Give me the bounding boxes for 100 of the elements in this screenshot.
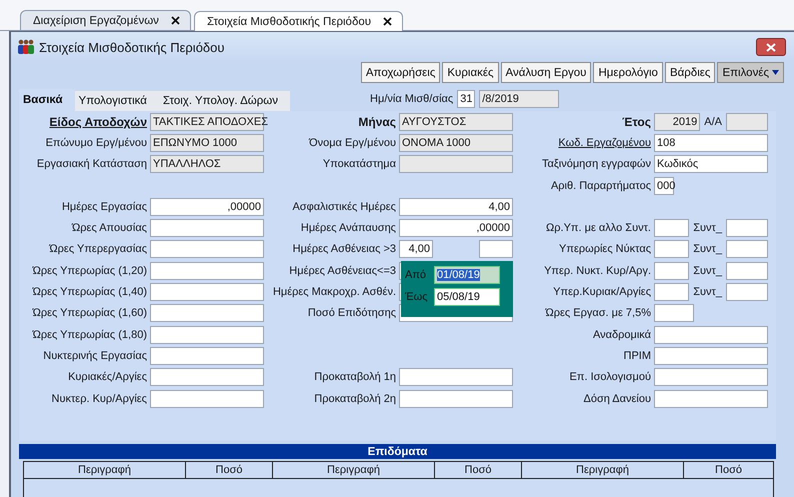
- input-field[interactable]: [654, 346, 768, 365]
- day-field[interactable]: 31: [457, 90, 476, 108]
- document-tab[interactable]: Διαχείριση Εργαζομένων: [20, 10, 191, 30]
- field-link[interactable]: Κωδ. Εργαζομένου: [515, 136, 651, 149]
- field-label: Ώρες Υπερωρίας (1,20): [31, 264, 147, 277]
- tab[interactable]: Υπολογιστικά: [74, 91, 159, 111]
- field-label: Αναδρομικά: [592, 328, 651, 341]
- input-field[interactable]: Κωδικός: [654, 155, 768, 174]
- people-icon: [17, 39, 35, 55]
- field-label: Υποκατάστημα: [322, 158, 396, 170]
- field-label: Ημέρες Ασθένειας<=3: [288, 264, 396, 277]
- input-field[interactable]: [654, 326, 768, 344]
- field-label: Προκαταβολή 2η: [313, 392, 396, 404]
- toolbar-button[interactable]: Βάρδιες: [664, 62, 716, 83]
- field-label: ΠΡΙΜ: [622, 350, 651, 362]
- input-field[interactable]: [150, 219, 264, 238]
- field-label: Κυριακές/Αργίες: [67, 371, 147, 384]
- input-field[interactable]: [150, 262, 264, 280]
- input-field[interactable]: [150, 346, 264, 365]
- field-label: Επ. Ισολογισμού: [568, 371, 651, 384]
- document-tab[interactable]: Στοιχεία Μισθοδοτικής Περιόδου: [194, 11, 404, 31]
- input-field[interactable]: [654, 283, 690, 302]
- toolbar-button[interactable]: Αποχωρήσεις: [360, 62, 440, 83]
- input-field[interactable]: ,00000: [399, 219, 513, 238]
- close-button[interactable]: [756, 38, 786, 56]
- input-field[interactable]: [150, 326, 264, 344]
- date-field: /8/2019: [479, 90, 560, 108]
- input-field[interactable]: [150, 283, 264, 302]
- close-icon: [766, 42, 776, 52]
- input-field[interactable]: [654, 304, 694, 322]
- column-header: Ποσό: [714, 463, 743, 478]
- field-label: Ποσό Επιδότησης: [306, 307, 396, 320]
- field-label: Ασφαλιστικές Ημέρες: [291, 200, 396, 213]
- input-field[interactable]: [726, 262, 768, 280]
- input-field[interactable]: 108: [654, 134, 768, 152]
- input-field[interactable]: [726, 112, 768, 131]
- toolbar-button[interactable]: Ανάλυση Εργου: [500, 62, 592, 83]
- input-field[interactable]: [399, 390, 513, 408]
- input-field[interactable]: [726, 240, 768, 258]
- input-field[interactable]: 000: [654, 176, 674, 195]
- field-label: Έτος: [621, 114, 651, 129]
- input-field[interactable]: [479, 240, 513, 258]
- input-field[interactable]: ΥΠΑΛΛΗΛΟΣ: [150, 155, 264, 174]
- field-label: Υπερωρίες Νύκτας: [558, 243, 651, 256]
- date-field[interactable]: 05/08/19: [434, 288, 500, 306]
- column-header: Περιγραφή: [24, 462, 186, 478]
- input-field[interactable]: ΕΠΩΝΥΜΟ 1000: [150, 134, 264, 152]
- toolbar-button[interactable]: Κυριακές: [442, 62, 499, 83]
- input-field[interactable]: [399, 155, 513, 174]
- field-label: Ημέρες Μακροχρ. Ασθέν.: [272, 286, 396, 298]
- input-field[interactable]: ΑΥΓΟΥΣΤΟΣ: [399, 112, 513, 131]
- input-field[interactable]: [399, 368, 513, 386]
- field-label: Υπερ. Νυκτ. Κυρ/Αργ.: [543, 264, 651, 277]
- field-label: Ημέρες Εργασίας: [60, 200, 147, 213]
- field-link[interactable]: Είδος Αποδοχών: [19, 114, 147, 129]
- field-label: Μήνας: [357, 114, 396, 129]
- input-field[interactable]: ΟΝΟΜΑ 1000: [399, 134, 513, 152]
- field-label: Συντ_: [693, 264, 722, 277]
- field-label: Εργασιακή Κατάσταση: [36, 158, 147, 170]
- input-field[interactable]: [726, 219, 768, 238]
- input-field[interactable]: [654, 219, 690, 238]
- section-header: Επιδόματα: [19, 444, 776, 459]
- date-field[interactable]: 01/08/19: [434, 266, 500, 284]
- input-field[interactable]: 4,00: [399, 240, 433, 258]
- column-header: Ποσό: [435, 462, 522, 478]
- field-label: Έως: [405, 291, 429, 303]
- field-label: Αριθ. Παραρτήματος: [550, 180, 651, 192]
- tab[interactable]: Βασικά: [19, 89, 75, 111]
- tab[interactable]: Στοιχ. Υπολογ. Δώρων: [158, 91, 290, 111]
- input-field[interactable]: [150, 240, 264, 258]
- input-field[interactable]: ,00000: [150, 198, 264, 216]
- field-label: Όνομα Εργ/μένου: [308, 136, 396, 149]
- options-menu-button[interactable]: Επιλονές: [717, 62, 784, 83]
- input-field[interactable]: [150, 368, 264, 386]
- field-label: Ώρες Υπερωρίας (1,40): [31, 286, 147, 298]
- field-label: Ώρες Υπερωρίας (1,60): [31, 307, 147, 320]
- field-label: Δόση Δανείου: [582, 392, 651, 404]
- field-label: Προκαταβολή 1η: [313, 371, 396, 384]
- input-field[interactable]: [654, 390, 768, 408]
- column-header: Ποσό: [186, 462, 273, 478]
- field-label: Ώρες Υπερεργασίας: [48, 243, 147, 256]
- input-field[interactable]: [150, 304, 264, 322]
- field-label: Συντ_: [693, 222, 722, 234]
- close-icon[interactable]: [170, 16, 180, 25]
- input-field[interactable]: [654, 368, 768, 386]
- field-label: Ημ/νία Μισθ/σίας: [370, 93, 454, 105]
- toolbar-button[interactable]: Ημερολόγιο: [593, 62, 663, 83]
- field-label: Συντ_: [693, 243, 722, 256]
- input-field[interactable]: 4,00: [399, 198, 513, 216]
- input-field[interactable]: [654, 240, 690, 258]
- field-label: Επώνυμο Εργ/μένου: [44, 136, 147, 149]
- input-field[interactable]: [150, 390, 264, 408]
- field-label: Ωρ.Υπ. με αλλο Συντ.: [545, 222, 651, 234]
- input-field[interactable]: [726, 283, 768, 302]
- window-title: Στοιχεία Μισθοδοτικής Περιόδου: [39, 40, 226, 54]
- input-field[interactable]: 2019: [654, 112, 700, 131]
- field-label: Από: [405, 269, 428, 281]
- input-field[interactable]: [654, 262, 690, 280]
- field-label: Ημέρες Ασθένειας >3: [292, 243, 396, 256]
- close-icon[interactable]: [383, 17, 392, 26]
